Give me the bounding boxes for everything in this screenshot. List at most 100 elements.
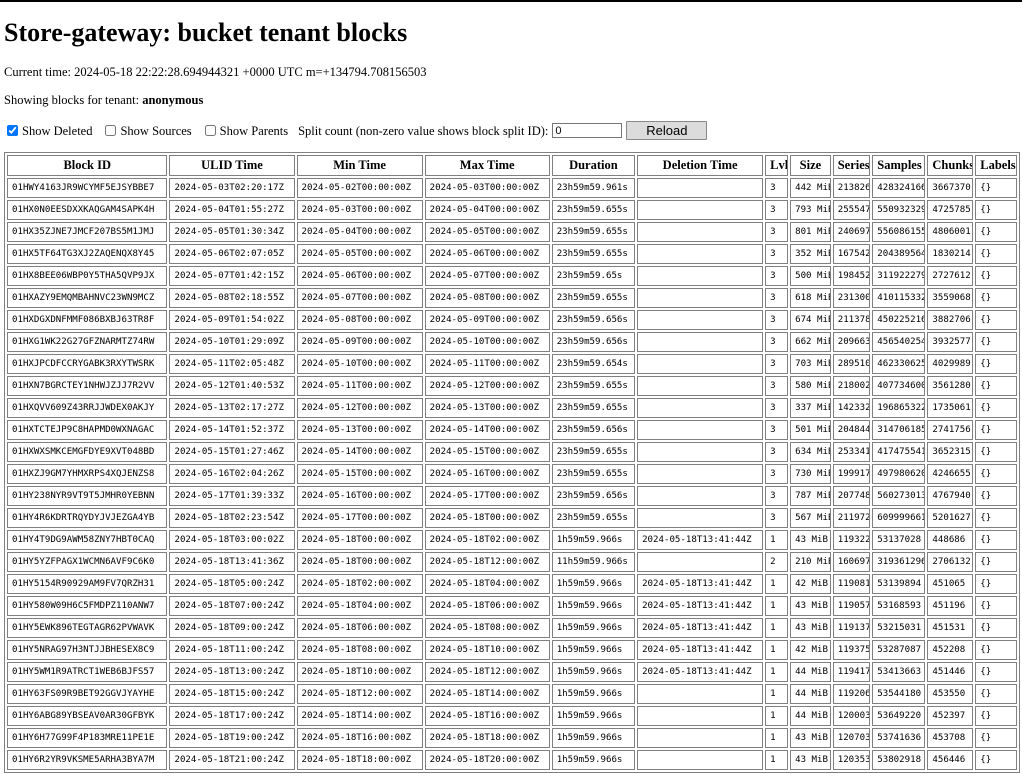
cell-duration: 23h59m59.655s	[551, 288, 636, 308]
cell-block-id: 01HY5154R90929AM9FV7QRZH31	[7, 574, 168, 594]
cell-max-time: 2024-05-18T18:00:00Z	[424, 728, 550, 748]
cell-max-time: 2024-05-15T00:00:00Z	[424, 442, 550, 462]
table-row: 01HXAZY9EMQMBAHNVC23WN9MCZ 2024-05-08T02:…	[7, 288, 1017, 308]
split-count-input[interactable]	[552, 123, 623, 138]
show-deleted-checkbox[interactable]	[7, 125, 18, 136]
column-header-size: Size	[790, 155, 831, 176]
cell-ulid-time: 2024-05-18T11:00:24Z	[169, 640, 295, 660]
cell-lvl: 3	[765, 354, 789, 374]
cell-size: 352 MiB	[790, 244, 831, 264]
table-row: 01HXG1WK22G27GFZNARMTZ74RW 2024-05-10T01:…	[7, 332, 1017, 352]
cell-samples: 53802918	[872, 750, 926, 770]
cell-size: 43 MiB	[790, 728, 831, 748]
cell-series: 119206	[832, 684, 871, 704]
show-parents-checkbox[interactable]	[204, 125, 216, 136]
cell-labels: {}	[975, 728, 1017, 748]
cell-deletion-time	[637, 398, 764, 418]
cell-chunks: 4806001	[927, 222, 974, 242]
cell-min-time: 2024-05-18T04:00:00Z	[296, 596, 423, 616]
cell-lvl: 1	[765, 706, 789, 726]
cell-duration: 1h59m59.966s	[551, 728, 636, 748]
cell-lvl: 3	[765, 288, 789, 308]
cell-chunks: 448686	[927, 530, 974, 550]
table-row: 01HY6H77G99F4P183MRE11PE1E 2024-05-18T19:…	[7, 728, 1017, 748]
table-row: 01HX5TF64TG3XJ2ZAQENQX8Y45 2024-05-06T02:…	[7, 244, 1017, 264]
cell-deletion-time: 2024-05-18T13:41:44Z	[637, 662, 764, 682]
cell-samples: 410115332	[872, 288, 926, 308]
table-header-row: Block ID ULID Time Min Time Max Time Duratio…	[7, 155, 1017, 176]
cell-deletion-time	[637, 200, 764, 220]
cell-max-time: 2024-05-17T00:00:00Z	[424, 486, 550, 506]
cell-deletion-time	[637, 442, 764, 462]
cell-samples: 53649220	[872, 706, 926, 726]
cell-min-time: 2024-05-12T00:00:00Z	[296, 398, 423, 418]
cell-ulid-time: 2024-05-16T02:04:26Z	[169, 464, 295, 484]
show-parents-option[interactable]: Show Parents	[202, 122, 288, 140]
tenant-prefix: Showing blocks for tenant:	[4, 93, 143, 107]
cell-series: 198452	[832, 266, 871, 286]
cell-ulid-time: 2024-05-18T15:00:24Z	[169, 684, 295, 704]
column-header-ulid-time: ULID Time	[169, 155, 295, 176]
cell-deletion-time	[637, 728, 764, 748]
cell-samples: 609999661	[872, 508, 926, 528]
cell-duration: 1h59m59.966s	[551, 530, 636, 550]
cell-min-time: 2024-05-02T00:00:00Z	[296, 178, 423, 198]
cell-lvl: 3	[765, 332, 789, 352]
show-deleted-label: Show Deleted	[22, 123, 93, 138]
cell-duration: 23h59m59.961s	[551, 178, 636, 198]
cell-size: 42 MiB	[790, 640, 831, 660]
cell-ulid-time: 2024-05-08T02:18:55Z	[169, 288, 295, 308]
cell-chunks: 3559068	[927, 288, 974, 308]
cell-duration: 11h59m59.966s	[551, 552, 636, 572]
cell-chunks: 453708	[927, 728, 974, 748]
cell-min-time: 2024-05-16T00:00:00Z	[296, 486, 423, 506]
cell-ulid-time: 2024-05-18T21:00:24Z	[169, 750, 295, 770]
table-row: 01HXWXSMKCEMGFDYE9XVT048BD 2024-05-15T01:…	[7, 442, 1017, 462]
cell-samples: 53287087	[872, 640, 926, 660]
cell-chunks: 453550	[927, 684, 974, 704]
table-row: 01HXQVV609Z43RRJJWDEX0AKJY 2024-05-13T02:…	[7, 398, 1017, 418]
cell-block-id: 01HY5YZFPAGX1WCMN6AVF9C6K0	[7, 552, 168, 572]
cell-samples: 417475541	[872, 442, 926, 462]
cell-series: 119322	[832, 530, 871, 550]
cell-deletion-time	[637, 508, 764, 528]
cell-ulid-time: 2024-05-03T02:20:17Z	[169, 178, 295, 198]
cell-deletion-time	[637, 244, 764, 264]
show-sources-checkbox[interactable]	[105, 125, 117, 136]
cell-series: 204844	[832, 420, 871, 440]
table-row: 01HY63FS09R9BET92GGVJYAYHE 2024-05-18T15:…	[7, 684, 1017, 704]
cell-lvl: 3	[765, 178, 789, 198]
cell-deletion-time	[637, 288, 764, 308]
cell-duration: 1h59m59.966s	[551, 596, 636, 616]
cell-chunks: 1830214	[927, 244, 974, 264]
table-row: 01HX8BEE06WBP0Y5THA5QVP9JX 2024-05-07T01:…	[7, 266, 1017, 286]
cell-series: 289510	[832, 354, 871, 374]
page-title: Store-gateway: bucket tenant blocks	[4, 18, 408, 47]
cell-ulid-time: 2024-05-18T13:00:24Z	[169, 662, 295, 682]
cell-series: 120353	[832, 750, 871, 770]
cell-block-id: 01HXN7BGRCTEY1NHWJZJJ7R2VV	[7, 376, 168, 396]
cell-lvl: 3	[765, 486, 789, 506]
cell-chunks: 456446	[927, 750, 974, 770]
cell-samples: 314706185	[872, 420, 926, 440]
column-header-chunks: Chunks	[927, 155, 974, 176]
cell-deletion-time	[637, 332, 764, 352]
cell-block-id: 01HY5NRAG97H3NTJJBHESEX8C9	[7, 640, 168, 660]
cell-deletion-time	[637, 486, 764, 506]
cell-series: 253341	[832, 442, 871, 462]
table-row: 01HY6R2YR9VKSME5ARHA3BYA7M 2024-05-18T21:…	[7, 750, 1017, 770]
cell-duration: 23h59m59.654s	[551, 354, 636, 374]
cell-labels: {}	[975, 640, 1017, 660]
cell-duration: 23h59m59.655s	[551, 508, 636, 528]
cell-duration: 23h59m59.655s	[551, 398, 636, 418]
cell-deletion-time	[637, 178, 764, 198]
cell-deletion-time	[637, 266, 764, 286]
current-time: Current time: 2024-05-18 22:22:28.694944…	[4, 65, 427, 79]
cell-labels: {}	[975, 266, 1017, 286]
show-sources-option[interactable]: Show Sources	[102, 122, 192, 140]
cell-lvl: 3	[765, 420, 789, 440]
reload-button[interactable]: Reload	[626, 121, 708, 140]
cell-ulid-time: 2024-05-04T01:55:27Z	[169, 200, 295, 220]
cell-labels: {}	[975, 684, 1017, 704]
show-deleted-option[interactable]: Show Deleted	[4, 122, 92, 140]
